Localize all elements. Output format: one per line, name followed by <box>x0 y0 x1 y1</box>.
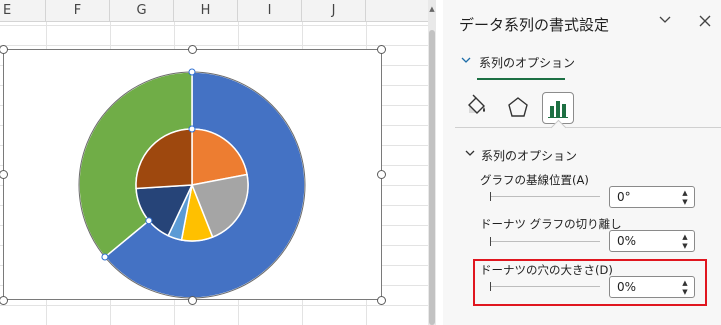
series-point-handle-2[interactable] <box>188 125 196 133</box>
worksheet[interactable]: E F G H I J <box>0 0 428 325</box>
chevron-down-icon[interactable] <box>655 12 675 32</box>
dropdown-underline <box>477 78 565 80</box>
column-header-i[interactable]: I <box>238 0 302 21</box>
column-header-h[interactable]: H <box>174 0 238 21</box>
column-header-k[interactable] <box>366 0 428 21</box>
doughnut-explosion-value[interactable]: 0% <box>617 234 636 248</box>
series-options-dropdown-label: 系列のオプション <box>479 56 576 70</box>
section-title: 系列のオプション <box>481 149 578 163</box>
scrollbar-thumb[interactable] <box>429 30 435 325</box>
resize-handle-right[interactable] <box>377 170 386 179</box>
close-icon[interactable] <box>695 12 715 32</box>
fill-line-icon[interactable] <box>460 92 492 124</box>
inner-ring <box>135 128 249 242</box>
effects-icon[interactable] <box>502 92 534 124</box>
column-headers: E F G H I J <box>0 0 428 22</box>
chevron-down-icon <box>465 149 475 160</box>
column-header-e[interactable]: E <box>0 0 46 21</box>
resize-handle-bottom[interactable] <box>188 296 197 305</box>
series-point-handle-3[interactable] <box>101 253 109 261</box>
first-slice-angle-label: グラフの基線位置(A) <box>480 173 589 187</box>
slider-thumb[interactable] <box>490 237 491 246</box>
scroll-up-arrow-icon[interactable]: ▲ <box>428 4 436 14</box>
column-header-f[interactable]: F <box>46 0 110 21</box>
doughnut-explosion-slider[interactable] <box>490 237 600 247</box>
first-slice-angle-slider[interactable] <box>490 192 600 202</box>
spin-down-icon[interactable]: ▼ <box>680 197 690 207</box>
doughnut-explosion-input[interactable]: 0% ▲ ▼ <box>609 230 695 252</box>
series-point-handle-4[interactable] <box>145 217 153 225</box>
vertical-scrollbar[interactable]: ▲ <box>428 0 436 325</box>
resize-handle-top[interactable] <box>188 45 197 54</box>
spin-down-icon[interactable]: ▼ <box>680 241 690 251</box>
slider-track[interactable] <box>490 196 600 197</box>
slider-thumb[interactable] <box>490 192 491 201</box>
pane-divider <box>455 127 721 128</box>
pane-title: データ系列の書式設定 <box>459 16 610 34</box>
resize-handle-top-right[interactable] <box>377 45 386 54</box>
chevron-down-icon <box>461 56 471 67</box>
series-point-handle-1[interactable] <box>188 68 196 76</box>
column-header-j[interactable]: J <box>302 0 366 21</box>
chart-area[interactable] <box>3 49 382 300</box>
doughnut-explosion-label: ドーナツ グラフの切り離し <box>480 217 622 231</box>
doughnut-chart[interactable] <box>4 50 381 299</box>
first-slice-angle-value[interactable]: 0° <box>617 190 631 204</box>
slider-track[interactable] <box>490 241 600 242</box>
highlight-box <box>473 259 707 306</box>
column-header-g[interactable]: G <box>110 0 174 21</box>
resize-handle-bottom-right[interactable] <box>377 296 386 305</box>
first-slice-angle-input[interactable]: 0° ▲ ▼ <box>609 186 695 208</box>
